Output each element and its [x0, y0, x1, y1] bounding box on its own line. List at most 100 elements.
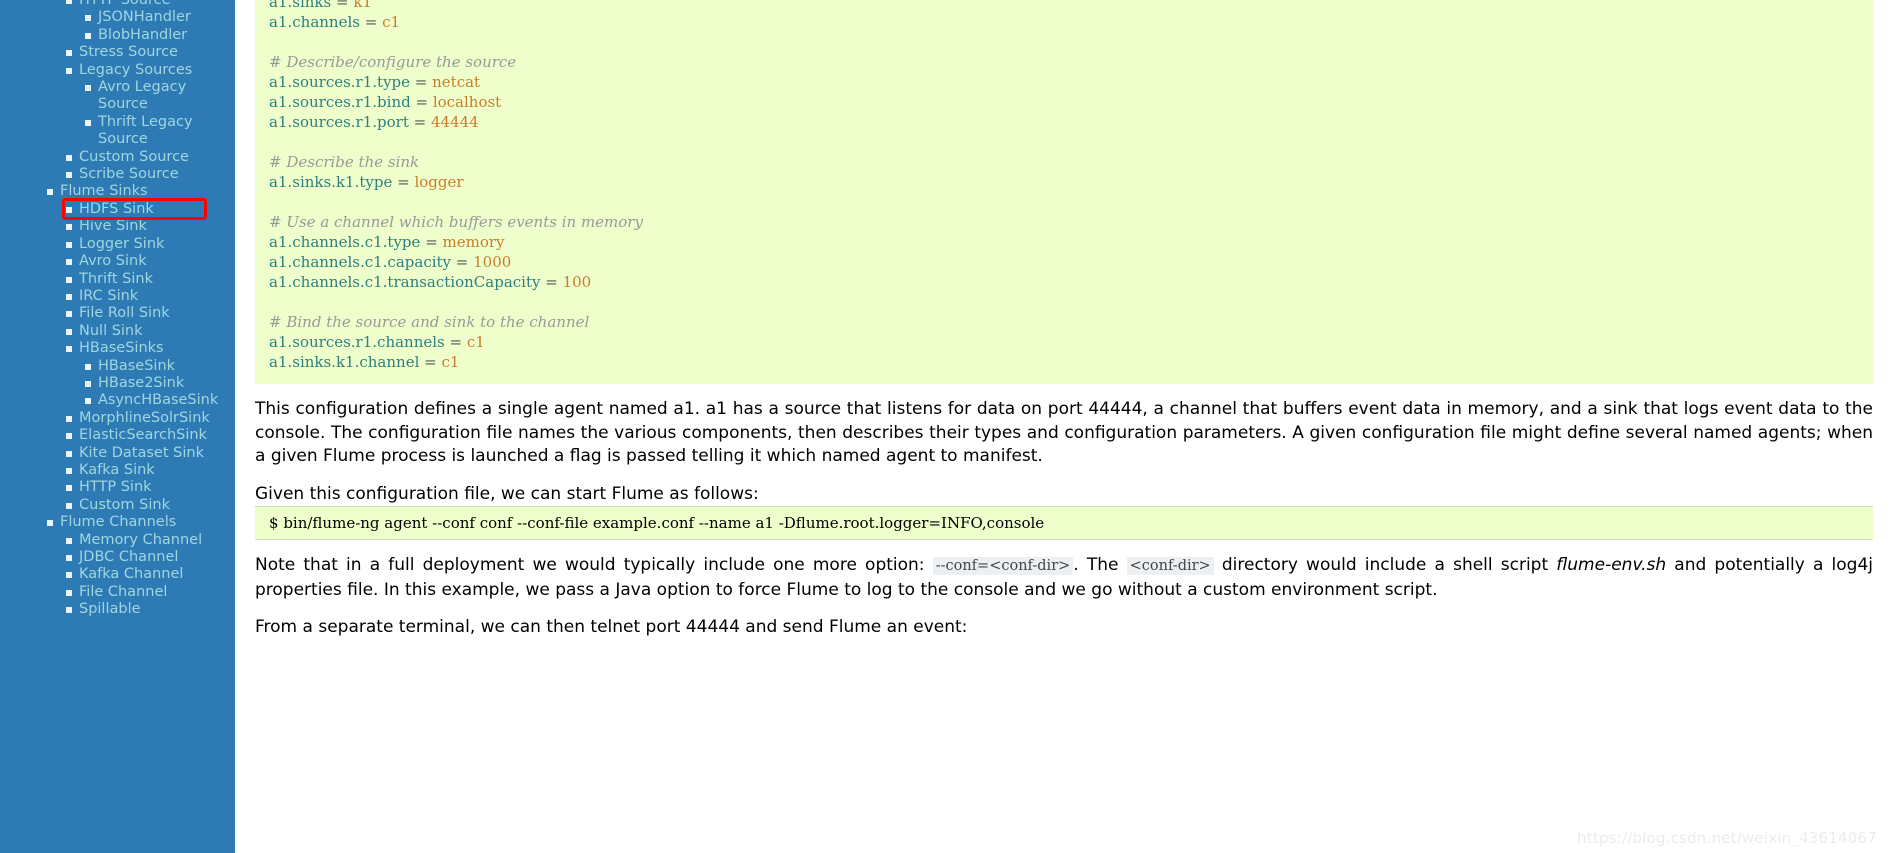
- bullet-icon: [85, 15, 91, 22]
- sidebar-item-label: Flume Channels: [60, 514, 177, 531]
- paragraph-start-flume: Given this configuration file, we can st…: [255, 483, 759, 504]
- bullet-icon: [47, 189, 53, 196]
- flume-config-code-block[interactable]: a1.sinks = k1 a1.channels = c1 # Describ…: [255, 0, 1873, 384]
- sidebar-item-label: JSONHandler: [98, 9, 191, 26]
- code-token: =: [425, 233, 443, 251]
- code-token: =: [449, 333, 467, 351]
- sidebar-navigation[interactable]: HTTP Source JSONHandler BlobHandler Stress …: [0, 0, 235, 853]
- sidebar-item-label: Legacy Sources: [79, 61, 193, 78]
- italic-flume-env-sh: flume-env.sh: [1556, 555, 1667, 575]
- sidebar-item-label: Null Sink: [79, 322, 143, 339]
- sidebar-item-jsonhandler[interactable]: JSONHandler: [0, 9, 235, 26]
- sidebar-item-label: BlobHandler: [98, 26, 188, 43]
- sidebar-item-stress-source[interactable]: Stress Source: [0, 44, 235, 61]
- sidebar-item-label: HBaseSinks: [79, 340, 164, 357]
- bullet-icon: [66, 172, 72, 179]
- sidebar-item-memory-channel[interactable]: Memory Channel: [0, 532, 235, 549]
- code-token: a1.sinks.k1.channel: [269, 353, 425, 371]
- bullet-icon: [66, 589, 72, 596]
- sidebar-item-legacy-sources[interactable]: Legacy Sources: [0, 62, 235, 79]
- sidebar-item-kafka-sink[interactable]: Kafka Sink: [0, 462, 235, 479]
- sidebar-item-irc-sink[interactable]: IRC Sink: [0, 288, 235, 305]
- bullet-icon: [66, 467, 72, 474]
- sidebar-item-morphlinesolrsink[interactable]: MorphlineSolrSink: [0, 410, 235, 427]
- bullet-icon: [85, 363, 91, 370]
- bullet-icon: [66, 206, 72, 213]
- sidebar-item-label: Avro Sink: [79, 253, 147, 270]
- paragraph-telnet-instruction: From a separate terminal, we can then te…: [255, 617, 968, 637]
- sidebar-item-hive-sink[interactable]: Hive Sink: [0, 218, 235, 235]
- sidebar-item-label: JDBC Channel: [79, 549, 179, 565]
- sidebar-item-label: Kite Dataset Sink: [79, 444, 204, 461]
- code-token: logger: [414, 173, 464, 191]
- sidebar-item-hbasesinks[interactable]: HBaseSinks: [0, 340, 235, 357]
- bullet-icon: [66, 328, 72, 335]
- sidebar-item-kite-dataset-sink[interactable]: Kite Dataset Sink: [0, 445, 235, 462]
- sidebar-item-hbase2sink[interactable]: HBase2Sink: [0, 375, 235, 392]
- sidebar-item-kafka-channel[interactable]: Kafka Channel: [0, 566, 235, 583]
- sidebar-item-thrift-sink[interactable]: Thrift Sink: [0, 271, 235, 288]
- sidebar-item-scribe-source[interactable]: Scribe Source: [0, 166, 235, 183]
- sidebar-item-label: File Channel: [79, 583, 168, 600]
- code-token: 100: [562, 273, 592, 291]
- sidebar-item-label: ElasticSearchSink: [79, 427, 207, 444]
- paragraph-configuration-description: This configuration defines a single agen…: [255, 399, 1873, 466]
- sidebar-item-label: HBaseSink: [98, 357, 176, 374]
- bullet-icon: [66, 259, 72, 266]
- sidebar-item-custom-sink[interactable]: Custom Sink: [0, 497, 235, 514]
- sidebar-item-elasticsearchsink[interactable]: ElasticSearchSink: [0, 427, 235, 444]
- sidebar-item-custom-source[interactable]: Custom Source: [0, 149, 235, 166]
- code-token: a1.channels: [269, 13, 365, 31]
- flume-start-command-block[interactable]: $ bin/flume-ng agent --conf conf --conf-…: [255, 506, 1873, 540]
- sidebar-item-blobhandler[interactable]: BlobHandler: [0, 27, 235, 44]
- sidebar-item-http-source[interactable]: HTTP Source: [0, 0, 235, 9]
- sidebar-item-logger-sink[interactable]: Logger Sink: [0, 236, 235, 253]
- code-token: =: [335, 0, 354, 11]
- sidebar-item-label: IRC Sink: [79, 287, 139, 304]
- bullet-icon: [66, 241, 72, 248]
- sidebar-item-flume-sinks[interactable]: Flume Sinks: [0, 183, 235, 200]
- sidebar-item-avro-legacy-source[interactable]: Avro Legacy Source: [0, 79, 235, 114]
- bullet-icon: [85, 32, 91, 39]
- code-token: a1.sources.r1.bind: [269, 93, 416, 111]
- sidebar-item-label: HDFS Sink: [79, 200, 154, 217]
- code-token: =: [455, 253, 474, 271]
- sidebar-item-file-roll-sink[interactable]: File Roll Sink: [0, 305, 235, 322]
- code-token: 44444: [430, 113, 479, 131]
- sidebar-item-http-sink[interactable]: HTTP Sink: [0, 479, 235, 496]
- code-token: localhost: [432, 93, 502, 111]
- code-token: netcat: [432, 73, 481, 91]
- code-token: a1.sources.r1.type: [269, 73, 415, 91]
- sidebar-item-label: Spillable: [79, 601, 141, 618]
- bullet-icon: [66, 502, 72, 509]
- code-token: a1.channels.c1.capacity: [269, 253, 456, 271]
- sidebar-item-flume-channels[interactable]: Flume Channels: [0, 514, 235, 531]
- sidebar-item-avro-sink[interactable]: Avro Sink: [0, 253, 235, 270]
- sidebar-item-label: File Roll Sink: [79, 305, 170, 322]
- sidebar-item-hbasesink[interactable]: HBaseSink: [0, 358, 235, 375]
- bullet-icon: [66, 433, 72, 440]
- code-token: a1.channels.c1.transactionCapacity: [269, 273, 546, 291]
- article-body: a1.sinks = k1 a1.channels = c1 # Describ…: [235, 0, 1893, 640]
- note-text-part-2: . The: [1073, 555, 1127, 575]
- sidebar-item-label: Kafka Channel: [79, 566, 184, 583]
- sidebar-item-jdbc-channel[interactable]: JDBC Channel: [0, 549, 235, 566]
- shell-prompt: $: [269, 514, 284, 532]
- bullet-icon: [66, 346, 72, 353]
- paragraph-conf-dir-note: Note that in a full deployment we would …: [255, 540, 1873, 602]
- sidebar-item-spillable[interactable]: Spillable: [0, 601, 235, 618]
- code-token: a1.sinks: [269, 0, 336, 11]
- code-token: =: [545, 273, 563, 291]
- sidebar-item-hdfs-sink[interactable]: HDFS Sink: [0, 201, 235, 218]
- main-content-area: a1.sinks = k1 a1.channels = c1 # Describ…: [235, 0, 1893, 853]
- sidebar-item-label: Hive Sink: [79, 218, 147, 235]
- code-token: c1: [382, 13, 401, 31]
- sidebar-item-null-sink[interactable]: Null Sink: [0, 323, 235, 340]
- code-token: c1: [466, 333, 485, 351]
- sidebar-item-file-channel[interactable]: File Channel: [0, 584, 235, 601]
- sidebar-item-thrift-legacy-source[interactable]: Thrift Legacy Source: [0, 114, 235, 149]
- code-token: =: [413, 113, 431, 131]
- code-token: c1: [441, 353, 460, 371]
- shell-command: bin/flume-ng agent --conf conf --conf-fi…: [283, 514, 1045, 532]
- sidebar-item-asynchbasesink[interactable]: AsyncHBaseSink: [0, 392, 235, 409]
